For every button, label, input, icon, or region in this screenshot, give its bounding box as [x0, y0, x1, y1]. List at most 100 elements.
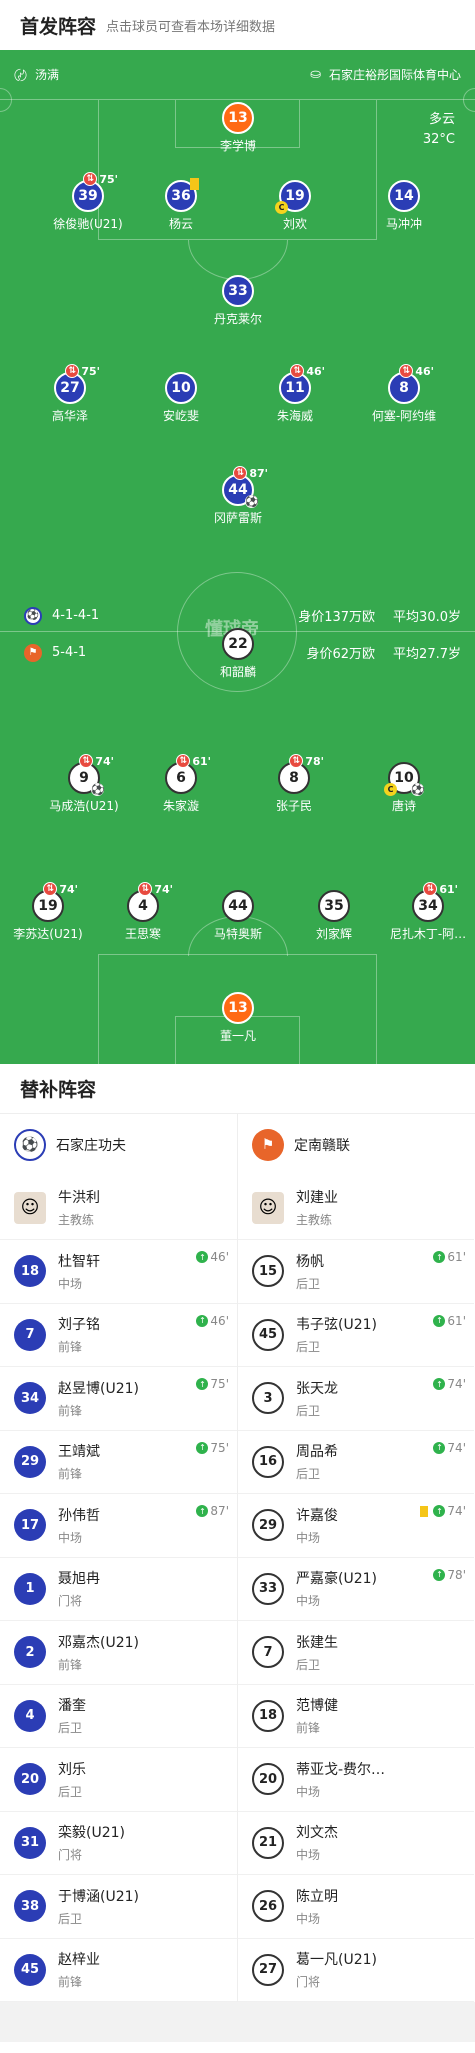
away-coach[interactable]: ☺ 刘建业 主教练 [238, 1176, 474, 1240]
home-player[interactable]: 36 杨云 [131, 178, 231, 232]
sub-minute: 87' [210, 1504, 229, 1518]
whistle-icon: 〄 [14, 69, 28, 84]
sub-player-row[interactable]: 15 杨帆 后卫 ↑ 61' [238, 1240, 474, 1304]
sub-player-row[interactable]: 26 陈立明 中场 [238, 1875, 474, 1939]
home-player[interactable]: 13 李学博 [188, 102, 288, 154]
sub-player-row[interactable]: 4 潘奎 后卫 [0, 1685, 237, 1748]
coach-role: 主教练 [296, 1213, 333, 1227]
player-position: 前锋 [58, 1975, 83, 1990]
home-player[interactable]: 27 ⇅ 75' 高华泽 [20, 364, 120, 424]
sub-player-row[interactable]: 18 范博健 前锋 [238, 1685, 474, 1748]
sub-minute: 75' [210, 1440, 229, 1455]
sub-player-row[interactable]: 20 刘乐 后卫 [0, 1748, 237, 1812]
sub-player-row[interactable]: 20 蒂亚戈-费尔… 中场 [238, 1748, 474, 1812]
coach-name: 刘建业 [296, 1190, 338, 1206]
player-position: 中场 [296, 1594, 321, 1609]
player-name: 韦子弦(U21) [296, 1317, 377, 1334]
player-name: 徐俊驰(U21) [53, 217, 123, 231]
player-position: 中场 [58, 1276, 83, 1291]
jersey-number: 22 [222, 628, 254, 660]
away-player[interactable]: 10 C ⚽ 唐诗 [354, 762, 454, 814]
sub-player-row[interactable]: 7 张建生 后卫 [238, 1621, 474, 1685]
player-name: 尼扎木丁-阿… [389, 927, 467, 941]
sub-player-row[interactable]: 2 邓嘉杰(U21) 前锋 [0, 1621, 237, 1685]
sub-in-marker: ↑ 74' [433, 1441, 466, 1455]
away-player[interactable]: 4 ⇅ 74' 王思寒 [93, 882, 193, 942]
goal-ball-icon: ⚽ [411, 783, 425, 796]
sub-player-row[interactable]: 27 葛一凡(U21) 门将 [238, 1939, 474, 2002]
home-player[interactable]: 19 C 刘欢 [245, 180, 345, 232]
jersey-number: 44 ⇅ 87' ⚽ [222, 466, 268, 508]
sub-player-row[interactable]: 17 孙伟哲 中场 ↑ 87' [0, 1494, 237, 1558]
jersey-number: 35 [318, 890, 350, 922]
home-player[interactable]: 44 ⇅ 87' ⚽ 冈萨雷斯 [188, 466, 288, 526]
jersey-number: 38 [14, 1890, 46, 1923]
home-player[interactable]: 10 安屹斐 [131, 372, 231, 424]
jersey-number: 14 [388, 180, 420, 212]
player-position: 中场 [58, 1530, 83, 1545]
sub-player-row[interactable]: 45 韦子弦(U21) 后卫 ↑ 61' [238, 1304, 474, 1367]
home-player[interactable]: 8 ⇅ 46' 何塞-阿约维 [354, 364, 454, 424]
sub-player-row[interactable]: 3 张天龙 后卫 ↑ 74' [238, 1367, 474, 1431]
home-team-header[interactable]: ⚽ 石家庄功夫 [0, 1114, 237, 1176]
away-player[interactable]: 9 ⇅ 74' ⚽ 马成浩(U21) [34, 754, 134, 814]
sub-player-row[interactable]: 7 刘子铭 前锋 ↑ 46' [0, 1304, 237, 1367]
sub-in-marker: ↑ 74' [420, 1504, 466, 1518]
away-player[interactable]: 19 ⇅ 74' 李苏达(U21) [0, 882, 98, 942]
player-position: 前锋 [58, 1467, 83, 1482]
away-player[interactable]: 34 ⇅ 61' 尼扎木丁-阿… [378, 882, 475, 942]
jersey-number: 20 [252, 1763, 284, 1796]
sub-in-icon: ↑ [433, 1505, 446, 1517]
player-name: 张建生 [296, 1634, 338, 1651]
coach-avatar: ☺ [252, 1191, 284, 1224]
sub-minute: 75' [210, 1377, 229, 1391]
substitution-icon: ⇅ [233, 466, 248, 480]
home-player[interactable]: 11 ⇅ 46' 朱海威 [245, 364, 345, 424]
jersey-number: 44 [222, 890, 254, 922]
jersey-number: 2 [14, 1636, 46, 1669]
sub-player-row[interactable]: 33 严嘉豪(U21) 中场 ↑ 78' [238, 1558, 474, 1621]
player-name: 张天龙 [296, 1380, 338, 1397]
goal-ball-icon: ⚽ [91, 783, 105, 796]
sub-player-row[interactable]: 31 栾毅(U21) 门将 [0, 1812, 237, 1875]
home-player[interactable]: 33 丹克莱尔 [188, 275, 288, 327]
jersey-number: 15 [252, 1255, 284, 1288]
player-name: 何塞-阿约维 [371, 409, 437, 423]
corner-arc-tr [463, 88, 475, 112]
away-player[interactable]: 8 ⇅ 78' 张子民 [244, 754, 344, 814]
away-player[interactable]: 22 和韶麟 [188, 628, 288, 680]
away-team-name: 定南赣联 [294, 1138, 350, 1154]
player-name: 孙伟哲 [58, 1507, 100, 1524]
substitution-icon: ⇅ [399, 364, 414, 378]
away-player[interactable]: 13 董一凡 [188, 992, 288, 1044]
sub-minute: 46' [415, 364, 434, 378]
sub-player-row[interactable]: 45 赵梓业 前锋 [0, 1939, 237, 2002]
away-team-header[interactable]: ⚑ 定南赣联 [238, 1114, 474, 1176]
player-position: 后卫 [58, 1911, 83, 1926]
sub-player-row[interactable]: 18 杜智轩 中场 ↑ 46' [0, 1240, 237, 1304]
player-name: 范博健 [296, 1698, 338, 1715]
sub-minute: 74' [447, 1377, 466, 1391]
sub-in-icon: ↑ [196, 1378, 209, 1390]
sub-in-icon: ↑ [196, 1505, 209, 1517]
sub-player-row[interactable]: 38 于博涵(U21) 后卫 [0, 1875, 237, 1939]
sub-player-row[interactable]: 29 王靖斌 前锋 ↑ 75' [0, 1431, 237, 1494]
home-coach[interactable]: ☺ 牛洪利 主教练 [0, 1176, 237, 1240]
jersey-number: 36 [165, 178, 199, 212]
sub-player-row[interactable]: 29 许嘉俊 中场 ↑ 74' [238, 1494, 474, 1558]
referee-name: 汤满 [35, 68, 60, 82]
player-name: 李学博 [219, 139, 256, 153]
home-player[interactable]: 14 马冲冲 [354, 180, 454, 232]
home-player[interactable]: 39 ⇅ 75' 徐俊驰(U21) [38, 172, 138, 232]
jersey-number: 13 [222, 992, 254, 1024]
yellow-card-icon [190, 178, 199, 190]
away-player[interactable]: 44 马特奥斯 [188, 890, 288, 942]
away-player[interactable]: 6 ⇅ 61' 朱家漩 [131, 754, 231, 814]
away-player[interactable]: 35 刘家辉 [284, 890, 384, 942]
sub-player-row[interactable]: 34 赵昱博(U21) 前锋 ↑ 75' [0, 1367, 237, 1431]
sub-player-row[interactable]: 21 刘文杰 中场 [238, 1812, 474, 1875]
jersey-number: 27 ⇅ 75' [54, 364, 100, 404]
jersey-number: 9 ⇅ 74' ⚽ [68, 754, 114, 796]
sub-player-row[interactable]: 16 周品希 后卫 ↑ 74' [238, 1431, 474, 1494]
sub-player-row[interactable]: 1 聂旭冉 门将 [0, 1558, 237, 1621]
